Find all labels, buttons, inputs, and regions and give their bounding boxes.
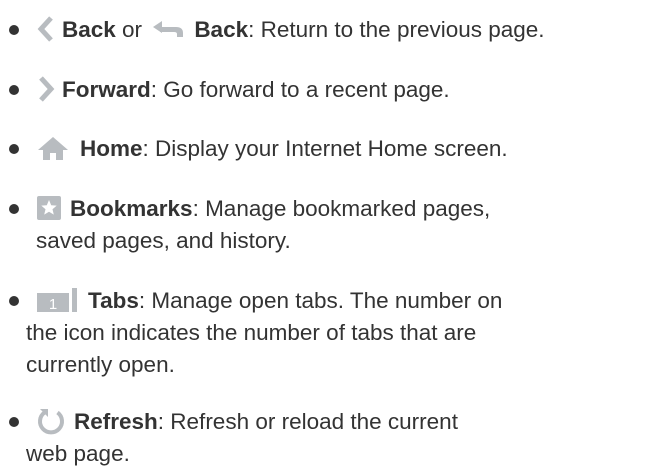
term-back: Back	[62, 17, 116, 42]
term-back-alt: Back	[194, 17, 249, 42]
list-item-bookmarks: Bookmarks: Manage bookmarked pages, save…	[0, 193, 671, 257]
list-item-forward: Forward: Go forward to a recent page.	[0, 74, 671, 106]
refresh-icon	[36, 406, 66, 436]
desc-forward: : Go forward to a recent page.	[150, 77, 450, 102]
desc-bookmarks: : Manage bookmarked pages,	[192, 196, 491, 221]
tabs-count: 1	[49, 296, 57, 313]
desc-refresh: : Refresh or reload the current	[157, 409, 458, 434]
desc-tabs-cont-1: the icon indicates the number of tabs th…	[26, 320, 477, 345]
desc-home: : Display your Internet Home screen.	[142, 136, 508, 161]
desc-bookmarks-cont: saved pages, and history.	[36, 228, 291, 253]
term-refresh: Refresh	[74, 409, 158, 434]
desc-back: : Return to the previous page.	[248, 17, 545, 42]
list-item-back: Back or Back: Return to the previous pag…	[0, 14, 671, 46]
desc-tabs: : Manage open tabs. The number on	[138, 288, 503, 313]
list-item-tabs: 1 Tabs: Manage open tabs. The number on …	[0, 285, 671, 381]
list-item-refresh: Refresh: Refresh or reload the current w…	[0, 406, 671, 470]
bullet	[9, 144, 19, 154]
bullet	[9, 296, 19, 306]
desc-tabs-cont-2: currently open.	[26, 352, 175, 377]
desc-refresh-cont: web page.	[26, 441, 130, 467]
bullet	[9, 204, 19, 214]
home-icon	[36, 135, 70, 161]
bookmark-star-icon	[36, 195, 62, 221]
connector-text: or	[115, 17, 149, 42]
term-forward: Forward	[62, 77, 151, 102]
bullet	[9, 417, 19, 427]
tabs-icon: 1	[36, 287, 80, 313]
term-bookmarks: Bookmarks	[70, 196, 193, 221]
term-tabs: Tabs	[88, 288, 139, 313]
back-arrow-icon	[150, 17, 188, 41]
list-item-home: Home: Display your Internet Home screen.	[0, 133, 671, 165]
term-home: Home	[80, 136, 143, 161]
bullet	[9, 25, 19, 35]
chevron-left-icon	[36, 15, 56, 43]
chevron-right-icon	[36, 75, 56, 103]
bullet	[9, 85, 19, 95]
